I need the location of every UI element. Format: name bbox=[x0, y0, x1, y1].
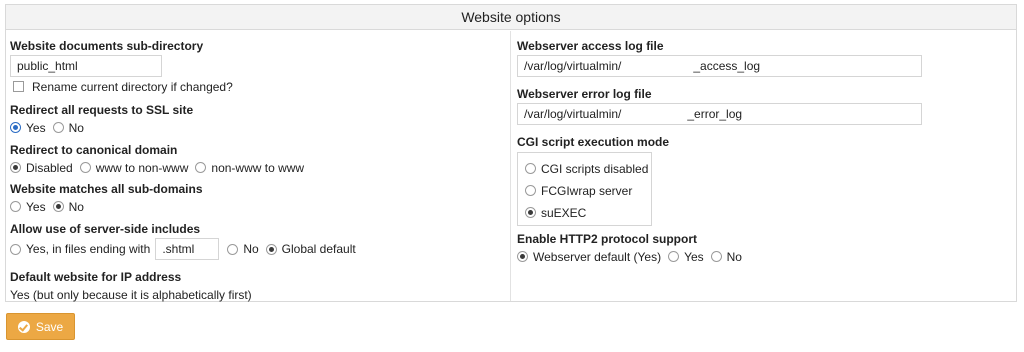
website-options-panel: Website options Website documents sub-di… bbox=[5, 4, 1017, 302]
radio-icon[interactable] bbox=[525, 207, 536, 218]
ssl-redirect-label: Redirect all requests to SSL site bbox=[10, 103, 194, 117]
option-label: Yes bbox=[684, 249, 704, 264]
cgi-fcgiwrap-option[interactable]: FCGIwrap server bbox=[525, 180, 651, 201]
ssl-redirect-field: Redirect all requests to SSL site Yes No bbox=[10, 103, 193, 136]
http2-field: Enable HTTP2 protocol support Webserver … bbox=[517, 232, 749, 265]
option-label: No bbox=[726, 249, 742, 264]
http2-default-option[interactable]: Webserver default (Yes) bbox=[517, 250, 661, 264]
ssl-redirect-yes-option[interactable]: Yes bbox=[10, 121, 46, 135]
subdir-input[interactable]: public_html bbox=[10, 55, 162, 77]
column-divider bbox=[510, 31, 511, 301]
cgi-disabled-option[interactable]: CGI scripts disabled bbox=[525, 158, 651, 179]
subdir-field: Website documents sub-directory public_h… bbox=[10, 39, 233, 95]
option-label: Global default bbox=[281, 242, 356, 256]
canonical-disabled-option[interactable]: Disabled bbox=[10, 161, 73, 175]
save-button[interactable]: Save bbox=[6, 313, 75, 340]
option-label: No bbox=[68, 199, 84, 214]
cgi-mode-options: CGI scripts disabled FCGIwrap server suE… bbox=[517, 152, 652, 226]
option-label: CGI scripts disabled bbox=[541, 161, 649, 176]
access-log-input[interactable]: /var/log/virtualmin/ _access_log bbox=[517, 55, 922, 77]
save-button-label: Save bbox=[35, 319, 64, 334]
rename-directory-label: Rename current directory if changed? bbox=[32, 79, 233, 94]
radio-icon[interactable] bbox=[227, 243, 239, 255]
option-label: Yes, in files ending with bbox=[26, 242, 151, 256]
radio-icon[interactable] bbox=[52, 201, 64, 212]
radio-icon[interactable] bbox=[10, 243, 21, 255]
radio-icon[interactable] bbox=[79, 162, 91, 173]
error-log-label: Webserver error log file bbox=[517, 87, 652, 101]
subdomains-yes-option[interactable]: Yes bbox=[10, 200, 46, 214]
subdomains-field: Website matches all sub-domains Yes No bbox=[10, 182, 203, 215]
option-label: FCGIwrap server bbox=[541, 183, 633, 198]
error-log-field: Webserver error log file /var/log/virtua… bbox=[517, 87, 922, 125]
default-site-value: Yes (but only because it is alphabetical… bbox=[10, 287, 252, 302]
ssi-no-option[interactable]: No bbox=[227, 242, 259, 256]
radio-icon[interactable] bbox=[668, 251, 680, 262]
option-label: No bbox=[68, 120, 84, 135]
rename-directory-checkbox[interactable] bbox=[13, 81, 24, 92]
http2-no-option[interactable]: No bbox=[710, 249, 742, 264]
error-log-input[interactable]: /var/log/virtualmin/ _error_log bbox=[517, 103, 922, 125]
canonical-nonwww-to-www-option[interactable]: non-www to www bbox=[195, 161, 304, 175]
radio-icon[interactable] bbox=[525, 163, 536, 174]
radio-icon[interactable] bbox=[52, 122, 64, 133]
radio-icon[interactable] bbox=[710, 251, 722, 262]
option-label: non-www to www bbox=[211, 160, 305, 175]
subdomains-label: Website matches all sub-domains bbox=[10, 182, 203, 196]
cgi-suexec-option[interactable]: suEXEC bbox=[525, 202, 651, 223]
default-site-field: Default website for IP address Yes (but … bbox=[10, 270, 252, 303]
ssi-extension-input[interactable]: .shtml bbox=[155, 238, 220, 260]
radio-icon[interactable] bbox=[195, 162, 207, 173]
panel-title: Website options bbox=[6, 5, 1016, 30]
radio-icon[interactable] bbox=[265, 243, 277, 255]
option-label: Yes bbox=[26, 120, 46, 135]
subdir-label: Website documents sub-directory bbox=[10, 39, 204, 53]
ssi-field: Allow use of server-side includes Yes, i… bbox=[10, 222, 363, 261]
cgi-mode-field: CGI script execution mode CGI scripts di… bbox=[517, 135, 669, 226]
canonical-label: Redirect to canonical domain bbox=[10, 143, 178, 157]
subdomains-no-option[interactable]: No bbox=[52, 199, 84, 214]
access-log-field: Webserver access log file /var/log/virtu… bbox=[517, 39, 922, 77]
ssi-yes-option[interactable]: Yes, in files ending with bbox=[10, 242, 150, 256]
radio-icon[interactable] bbox=[517, 251, 528, 262]
http2-label: Enable HTTP2 protocol support bbox=[517, 232, 698, 246]
default-site-label: Default website for IP address bbox=[10, 270, 182, 284]
cgi-mode-label: CGI script execution mode bbox=[517, 135, 670, 149]
access-log-label: Webserver access log file bbox=[517, 39, 664, 53]
option-label: No bbox=[243, 242, 259, 256]
radio-icon[interactable] bbox=[525, 185, 536, 196]
canonical-www-to-nonwww-option[interactable]: www to non-www bbox=[79, 160, 189, 175]
canonical-field: Redirect to canonical domain Disabled ww… bbox=[10, 143, 311, 176]
option-label: Webserver default (Yes) bbox=[533, 249, 662, 264]
radio-icon[interactable] bbox=[10, 162, 21, 173]
check-circle-icon bbox=[17, 320, 30, 333]
option-label: Disabled bbox=[26, 160, 73, 175]
option-label: www to non-www bbox=[95, 160, 189, 175]
http2-yes-option[interactable]: Yes bbox=[668, 250, 704, 264]
ssi-label: Allow use of server-side includes bbox=[10, 222, 201, 236]
radio-icon[interactable] bbox=[10, 201, 21, 212]
ssi-global-default-option[interactable]: Global default bbox=[265, 242, 356, 256]
ssl-redirect-no-option[interactable]: No bbox=[52, 120, 84, 135]
radio-icon[interactable] bbox=[10, 122, 21, 133]
option-label: suEXEC bbox=[541, 205, 587, 220]
option-label: Yes bbox=[26, 199, 46, 214]
